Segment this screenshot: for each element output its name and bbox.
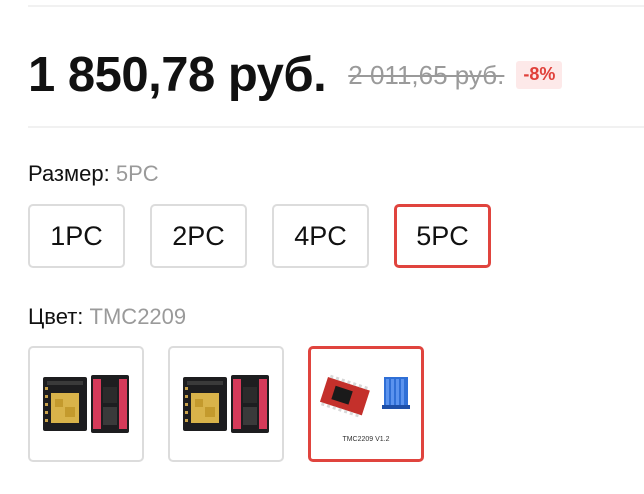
color-option-1[interactable] bbox=[28, 346, 144, 462]
color-selected-value: TMC2209 bbox=[89, 304, 187, 329]
product-options-panel: 1 850,78 руб. 2 011,65 руб. -8% Размер: … bbox=[0, 0, 644, 494]
driver-board-pair-image bbox=[183, 375, 269, 433]
color-option-label: Цвет: TMC2209 bbox=[28, 306, 186, 328]
old-price: 2 011,65 руб. bbox=[348, 60, 505, 90]
size-options: 1PC 2PC 4PC 5PC bbox=[28, 204, 516, 268]
top-divider bbox=[28, 5, 644, 7]
driver-board-pair-image bbox=[43, 375, 129, 433]
current-price: 1 850,78 руб. bbox=[28, 47, 327, 102]
size-label-text: Размер: bbox=[28, 161, 110, 186]
thumbnail-caption: TMC2209 V1.2 bbox=[342, 436, 390, 443]
size-option-5pc[interactable]: 5PC bbox=[394, 204, 491, 268]
color-option-tmc2209[interactable]: TMC2209 V1.2 bbox=[308, 346, 424, 462]
price-divider bbox=[28, 126, 644, 128]
price-row: 1 850,78 руб. 2 011,65 руб. -8% bbox=[28, 40, 563, 110]
driver-with-heatsink-image bbox=[319, 374, 410, 418]
discount-badge: -8% bbox=[516, 61, 563, 89]
size-selected-value: 5PC bbox=[115, 161, 159, 186]
color-option-2[interactable] bbox=[168, 346, 284, 462]
color-options: TMC2209 V1.2 bbox=[28, 346, 448, 462]
size-option-1pc[interactable]: 1PC bbox=[28, 204, 125, 268]
size-option-label: Размер: 5PC bbox=[28, 163, 159, 185]
color-label-text: Цвет: bbox=[28, 304, 84, 329]
size-option-4pc[interactable]: 4PC bbox=[272, 204, 369, 268]
size-option-2pc[interactable]: 2PC bbox=[150, 204, 247, 268]
